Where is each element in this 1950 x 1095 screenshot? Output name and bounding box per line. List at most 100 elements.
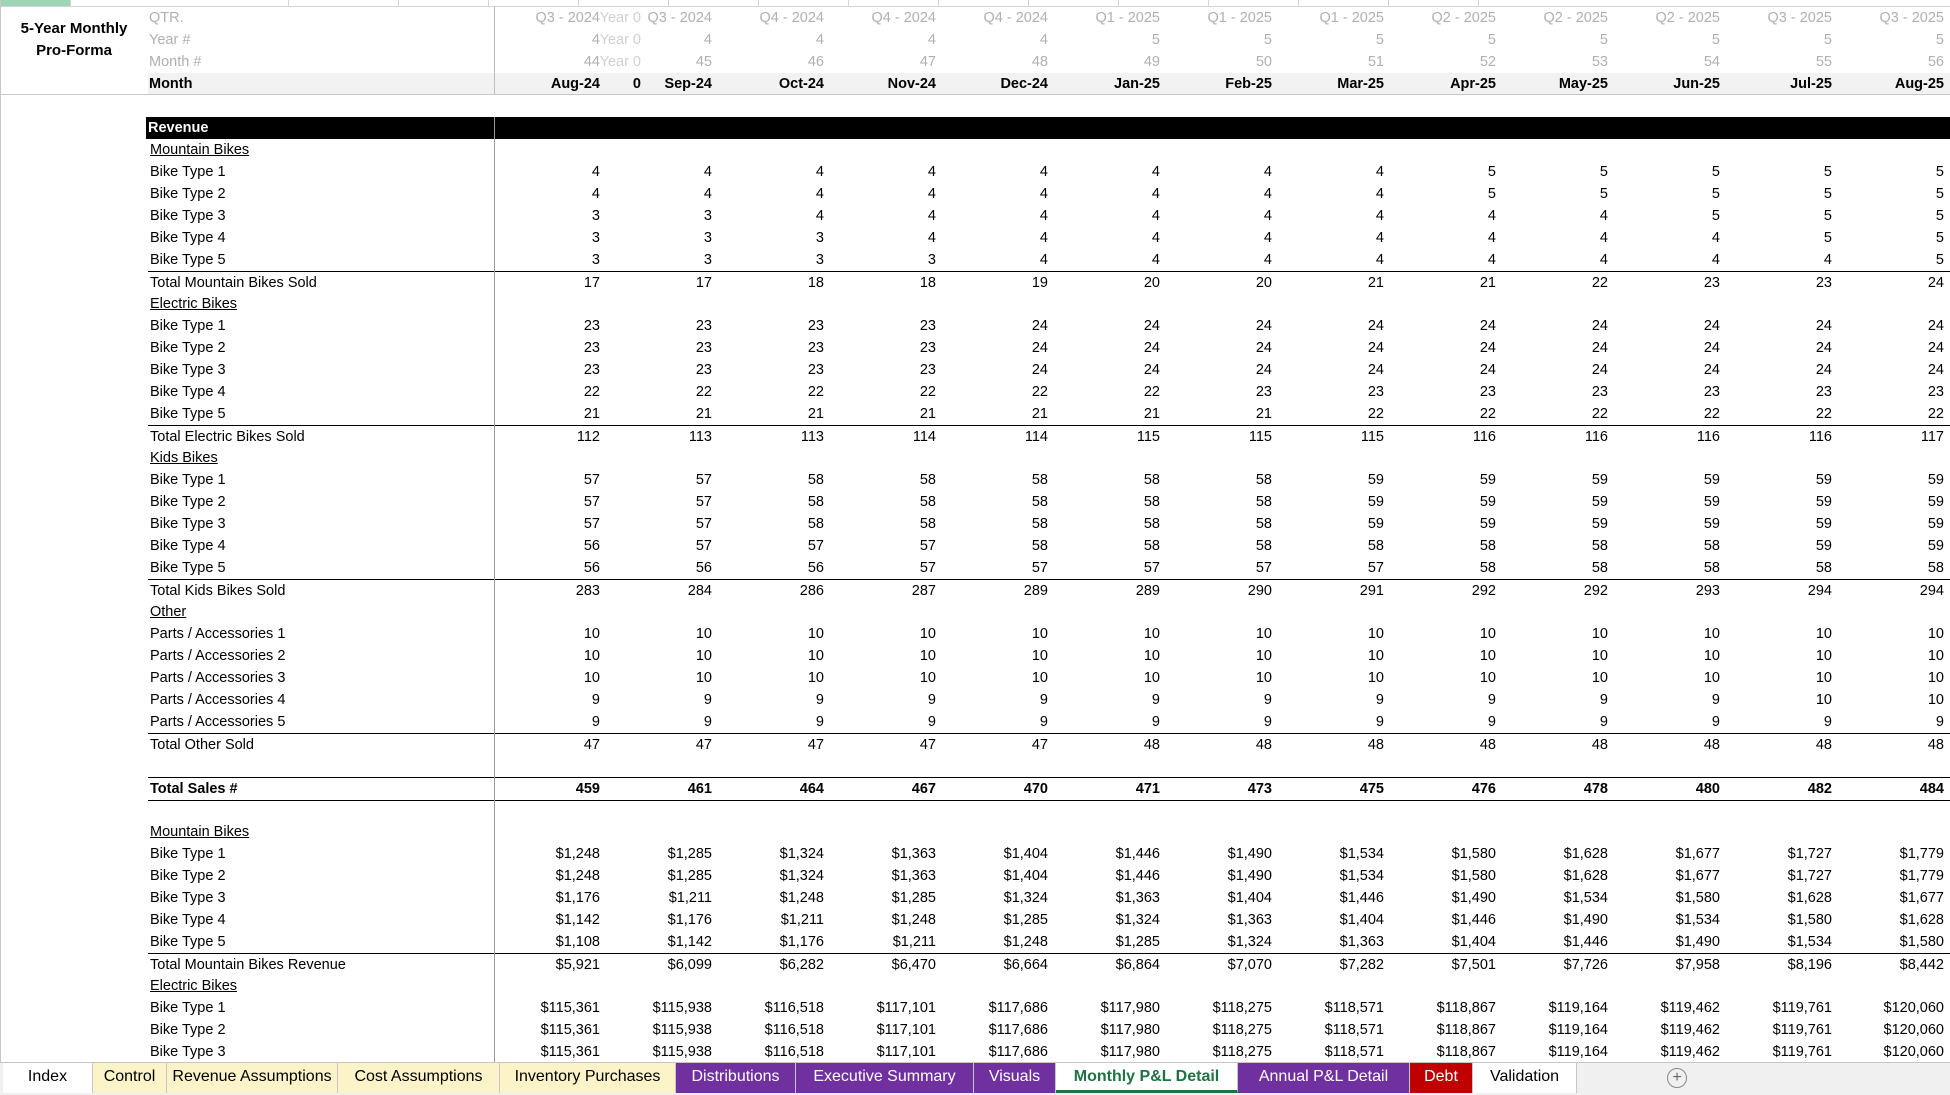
header-cell[interactable]: 55 [1722,51,1832,73]
table-cell[interactable]: 23 [1722,272,1832,294]
table-row[interactable]: Bike Type 5 $1,108 $1,142 $1,176 $1,211 $1,24… [148,931,1950,953]
table-cell[interactable]: 59 [1834,469,1944,491]
table-cell[interactable]: 476 [1386,778,1496,800]
header-cell[interactable]: Apr-25 [1386,73,1496,95]
table-cell[interactable]: 57 [490,469,600,491]
table-cell[interactable]: 59 [1498,491,1608,513]
table-cell[interactable]: 5 [1834,161,1944,183]
table-cell[interactable]: 58 [1386,557,1496,579]
table-cell[interactable]: 294 [1722,580,1832,602]
table-cell[interactable]: 4 [826,161,936,183]
table-row[interactable]: Bike Type 5 21 21 21 21 21 21 21 22 22 22 22 22 22 [148,403,1950,425]
table-cell[interactable]: $1,580 [1722,909,1832,931]
table-cell[interactable]: 10 [1162,667,1272,689]
table-cell[interactable]: $117,101 [826,1041,936,1062]
table-cell[interactable]: 284 [602,580,712,602]
header-cell[interactable]: 48 [938,51,1048,73]
sheet-tab-distributions[interactable]: Distributions [676,1063,796,1093]
table-cell[interactable]: 4 [1050,161,1160,183]
table-cell[interactable]: 3 [714,249,824,271]
table-cell[interactable]: $1,580 [1834,931,1944,953]
table-row[interactable]: Parts / Accessories 59999999999999 [148,711,1950,733]
table-cell[interactable]: 21 [714,403,824,425]
sheet-tab-revenue-assumptions[interactable]: Revenue Assumptions [167,1063,338,1093]
table-cell[interactable]: 10 [1722,623,1832,645]
table-cell[interactable]: 59 [1834,491,1944,513]
table-cell[interactable]: 4 [1498,249,1608,271]
table-cell[interactable]: 114 [938,426,1048,448]
table-cell[interactable]: 57 [826,557,936,579]
table-cell[interactable]: 10 [1610,645,1720,667]
table-cell[interactable]: $1,677 [1610,843,1720,865]
header-cell[interactable]: Sep-24 [602,73,712,95]
table-cell[interactable]: 10 [490,667,600,689]
header-cell[interactable]: 5 [1834,29,1944,51]
table-cell[interactable]: 291 [1274,580,1384,602]
table-cell[interactable]: 10 [1722,645,1832,667]
header-row-year[interactable]: Year # Year 0 4444455555555 [148,29,1950,51]
table-cell[interactable]: 24 [1834,315,1944,337]
spreadsheet-grid[interactable]: 5-Year Monthly Pro-Forma QTR. Year 0 Q3 … [0,0,1950,1062]
table-cell[interactable]: $1,211 [714,909,824,931]
table-cell[interactable]: 23 [602,337,712,359]
table-cell[interactable]: 21 [1050,403,1160,425]
table-row[interactable]: Bike Type 2 57 57 58 58 58 58 58 59 59 59 59 59 59 [148,491,1950,513]
table-cell[interactable]: $1,248 [490,843,600,865]
table-cell[interactable]: $117,101 [826,1019,936,1041]
table-cell[interactable]: 48 [1722,734,1832,756]
table-cell[interactable]: 9 [1610,689,1720,711]
table-cell[interactable]: $1,363 [1050,887,1160,909]
table-cell[interactable]: 464 [714,778,824,800]
table-cell[interactable]: 23 [1834,381,1944,403]
table-cell[interactable]: 58 [1050,491,1160,513]
table-cell[interactable]: 4 [1274,183,1384,205]
table-cell[interactable]: 5 [1722,227,1832,249]
table-cell[interactable]: 10 [938,667,1048,689]
table-cell[interactable]: 47 [826,734,936,756]
table-cell[interactable]: $1,142 [602,931,712,953]
table-cell[interactable]: 47 [938,734,1048,756]
table-cell[interactable]: 58 [1162,491,1272,513]
header-cell[interactable]: Jan-25 [1050,73,1160,95]
table-cell[interactable]: 17 [490,272,600,294]
table-cell[interactable]: $115,361 [490,1019,600,1041]
table-cell[interactable]: $119,164 [1498,997,1608,1019]
table-cell[interactable]: 24 [1834,272,1944,294]
section-header-row[interactable]: Kids Bikes [148,447,1950,469]
table-cell[interactable]: 58 [1610,535,1720,557]
table-cell[interactable]: 10 [1498,645,1608,667]
table-cell[interactable]: $6,864 [1050,954,1160,976]
table-cell[interactable]: 24 [1610,337,1720,359]
table-cell[interactable]: 59 [1498,513,1608,535]
table-cell[interactable]: 23 [714,337,824,359]
table-cell[interactable]: 57 [602,491,712,513]
table-cell[interactable]: 4 [1610,227,1720,249]
table-cell[interactable]: 23 [1162,381,1272,403]
table-cell[interactable]: 59 [1386,513,1496,535]
table-cell[interactable]: 10 [1834,623,1944,645]
table-cell[interactable]: 48 [1834,734,1944,756]
table-cell[interactable]: 24 [1162,359,1272,381]
table-cell[interactable]: 22 [602,381,712,403]
table-cell[interactable]: 47 [714,734,824,756]
table-cell[interactable]: 21 [1162,403,1272,425]
table-cell[interactable]: 5 [1722,183,1832,205]
table-cell[interactable]: 59 [1722,469,1832,491]
table-cell[interactable]: 117 [1834,426,1944,448]
table-cell[interactable]: 4 [826,183,936,205]
table-cell[interactable]: $1,248 [938,931,1048,953]
table-row[interactable]: Bike Type 1 $115,361 $115,938 $116,518 $117,… [148,997,1950,1019]
table-cell[interactable]: 23 [826,359,936,381]
table-cell[interactable]: 4 [490,161,600,183]
table-cell[interactable]: $1,404 [938,843,1048,865]
table-cell[interactable]: 4 [826,205,936,227]
table-cell[interactable]: 116 [1722,426,1832,448]
table-cell[interactable]: 5 [1834,205,1944,227]
table-cell[interactable]: 24 [1610,315,1720,337]
table-cell[interactable]: $1,176 [714,931,824,953]
table-cell[interactable]: 286 [714,580,824,602]
table-cell[interactable]: 3 [714,227,824,249]
header-cell[interactable]: 49 [1050,51,1160,73]
header-cell[interactable]: Dec-24 [938,73,1048,95]
header-cell[interactable]: Q2 - 2025 [1610,7,1721,29]
